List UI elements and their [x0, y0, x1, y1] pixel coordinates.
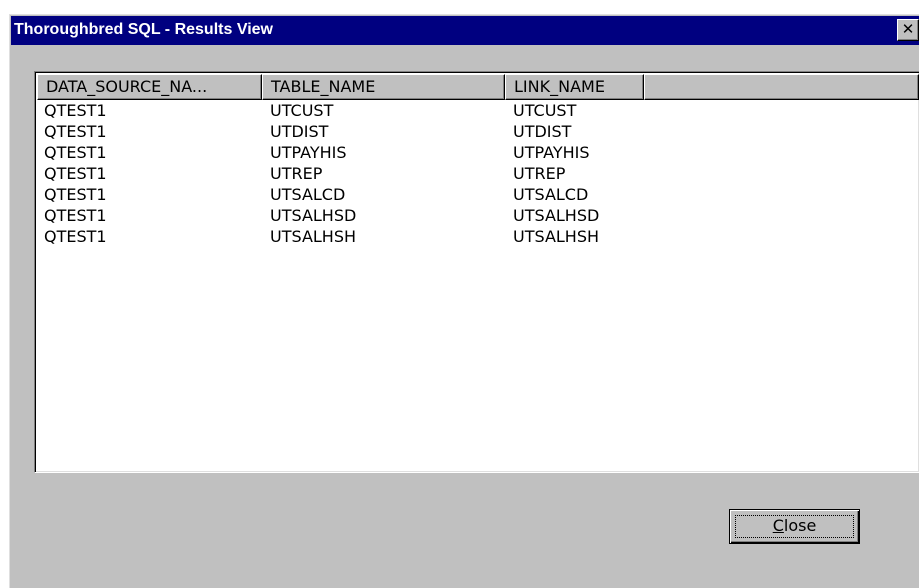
close-button-label: Close	[730, 510, 859, 541]
cell-data-source-name: QTEST1	[44, 143, 107, 162]
column-header-table-name[interactable]: TABLE_NAME	[262, 74, 505, 100]
column-header-filler	[644, 74, 919, 100]
result-rows: QTEST1 UTCUST UTCUST QTEST1 UTDIST UTDIS…	[37, 100, 917, 247]
column-header-link-name[interactable]: LINK_NAME	[505, 74, 644, 100]
cell-link-name: UTSALHSD	[513, 206, 600, 225]
close-icon[interactable]: ✕	[897, 19, 919, 41]
table-row[interactable]: QTEST1 UTDIST UTDIST	[37, 121, 917, 142]
table-row[interactable]: QTEST1 UTREP UTREP	[37, 163, 917, 184]
table-row[interactable]: QTEST1 UTPAYHIS UTPAYHIS	[37, 142, 917, 163]
cell-table-name: UTPAYHIS	[270, 143, 347, 162]
close-mnemonic: C	[772, 516, 784, 535]
cell-data-source-name: QTEST1	[44, 206, 107, 225]
cell-link-name: UTREP	[513, 164, 566, 183]
cell-data-source-name: QTEST1	[44, 164, 107, 183]
cell-link-name: UTPAYHIS	[513, 143, 590, 162]
close-label-rest: lose	[783, 516, 817, 535]
results-list-view[interactable]: DATA_SOURCE_NA... TABLE_NAME LINK_NAME Q…	[34, 71, 919, 473]
cell-table-name: UTCUST	[270, 101, 334, 120]
results-view-window: Thoroughbred SQL - Results View ✕ DATA_S…	[9, 14, 919, 588]
column-header-data-source-name[interactable]: DATA_SOURCE_NA...	[37, 74, 262, 100]
cell-data-source-name: QTEST1	[44, 122, 107, 141]
cell-table-name: UTDIST	[270, 122, 329, 141]
table-row[interactable]: QTEST1 UTCUST UTCUST	[37, 100, 917, 121]
cell-table-name: UTSALHSH	[270, 227, 357, 246]
column-header-bar: DATA_SOURCE_NA... TABLE_NAME LINK_NAME	[37, 74, 919, 100]
cell-link-name: UTDIST	[513, 122, 572, 141]
cell-table-name: UTSALHSD	[270, 206, 357, 225]
cell-link-name: UTSALCD	[513, 185, 589, 204]
cell-link-name: UTCUST	[513, 101, 577, 120]
table-row[interactable]: QTEST1 UTSALCD UTSALCD	[37, 184, 917, 205]
cell-link-name: UTSALHSH	[513, 227, 600, 246]
table-row[interactable]: QTEST1 UTSALHSD UTSALHSD	[37, 205, 917, 226]
window-title: Thoroughbred SQL - Results View	[14, 21, 273, 38]
cell-data-source-name: QTEST1	[44, 227, 107, 246]
cell-data-source-name: QTEST1	[44, 185, 107, 204]
cell-table-name: UTSALCD	[270, 185, 346, 204]
cell-table-name: UTREP	[270, 164, 323, 183]
table-row[interactable]: QTEST1 UTSALHSH UTSALHSH	[37, 226, 917, 247]
cell-data-source-name: QTEST1	[44, 101, 107, 120]
close-button[interactable]: Close	[729, 509, 860, 544]
title-bar[interactable]: Thoroughbred SQL - Results View ✕	[11, 16, 919, 45]
